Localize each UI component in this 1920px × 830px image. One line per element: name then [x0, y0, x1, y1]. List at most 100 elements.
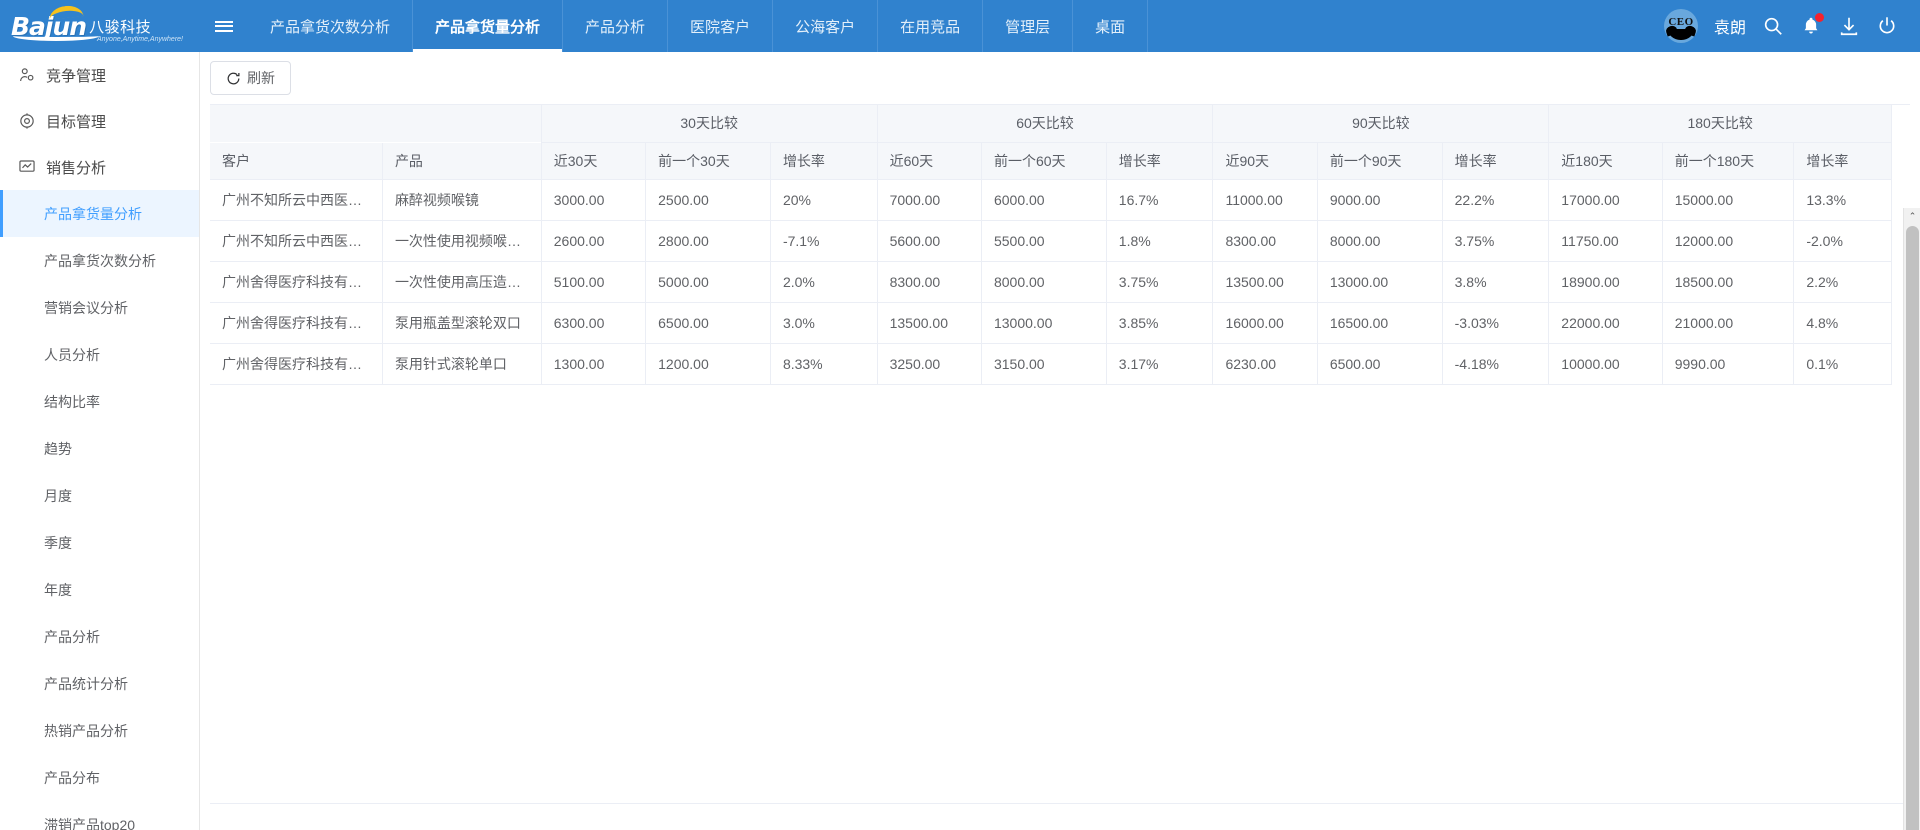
logo-underline-icon — [13, 31, 99, 41]
sidebar-item-product-distribution[interactable]: 产品分布 — [0, 754, 199, 801]
table-row[interactable]: 广州不知所云中西医结合医院麻醉视频喉镜3000.002500.0020%7000… — [210, 179, 1892, 220]
sidebar-item-yearly[interactable]: 年度 — [0, 566, 199, 613]
table-cell: 11750.00 — [1549, 220, 1662, 261]
sidebar-item-slow-moving-top20[interactable]: 滞销产品top20 — [0, 801, 199, 830]
table-cell: 2800.00 — [646, 220, 771, 261]
power-icon[interactable] — [1876, 15, 1898, 37]
table-cell: 6500.00 — [646, 302, 771, 343]
top-header: Bajun 八骏科技 Anyone,Anytime,Anywhere! 产品拿货… — [0, 0, 1920, 52]
col-growth-60d[interactable]: 增长率 — [1106, 142, 1213, 179]
table-row[interactable]: 广州不知所云中西医结合医院一次性使用视频喉镜片2600.002800.00-7.… — [210, 220, 1892, 261]
sidebar-group-label: 目标管理 — [46, 111, 106, 132]
col-prev-30d[interactable]: 前一个30天 — [646, 142, 771, 179]
table-row[interactable]: 广州舍得医疗科技有限公司一次性使用高压造影注...5100.005000.002… — [210, 261, 1892, 302]
sidebar-group-sales-analysis[interactable]: 销售分析 — [0, 144, 199, 190]
table-cell: 广州舍得医疗科技有限公司 — [210, 302, 382, 343]
sidebar-item-monthly[interactable]: 月度 — [0, 472, 199, 519]
tab-desktop[interactable]: 桌面 — [1073, 0, 1148, 52]
table-cell: 21000.00 — [1662, 302, 1794, 343]
col-customer[interactable]: 客户 — [210, 142, 382, 179]
sidebar-item-personnel[interactable]: 人员分析 — [0, 331, 199, 378]
tab-product-pickup-volume[interactable]: 产品拿货量分析 — [413, 0, 563, 52]
refresh-icon — [226, 71, 241, 86]
table-cell: 3000.00 — [541, 179, 645, 220]
table-group-header-row: 30天比较 60天比较 90天比较 180天比较 — [210, 105, 1892, 142]
col-growth-180d[interactable]: 增长率 — [1794, 142, 1892, 179]
col-last-60d[interactable]: 近60天 — [877, 142, 981, 179]
col-growth-90d[interactable]: 增长率 — [1442, 142, 1549, 179]
tab-product-analysis[interactable]: 产品分析 — [563, 0, 668, 52]
download-icon[interactable] — [1838, 15, 1860, 37]
table-row[interactable]: 广州舍得医疗科技有限公司泵用针式滚轮单口1300.001200.008.33%3… — [210, 343, 1892, 384]
col-last-180d[interactable]: 近180天 — [1549, 142, 1662, 179]
col-prev-180d[interactable]: 前一个180天 — [1662, 142, 1794, 179]
sidebar-item-product-statistics[interactable]: 产品统计分析 — [0, 660, 199, 707]
table-cell: -3.03% — [1442, 302, 1549, 343]
group-header-90d: 90天比较 — [1213, 105, 1549, 142]
group-header-60d: 60天比较 — [877, 105, 1213, 142]
brand-logo[interactable]: Bajun 八骏科技 Anyone,Anytime,Anywhere! — [0, 0, 200, 52]
group-header-30d: 30天比较 — [541, 105, 877, 142]
table-cell: 13000.00 — [981, 302, 1106, 343]
table-cell: 广州不知所云中西医结合医院 — [210, 179, 382, 220]
tab-public-sea-customer[interactable]: 公海客户 — [773, 0, 878, 52]
tab-active-competitor[interactable]: 在用竞品 — [878, 0, 983, 52]
table-cell: 一次性使用高压造影注... — [382, 261, 541, 302]
data-table-container[interactable]: 30天比较 60天比较 90天比较 180天比较 客户 产品 近30天 前一个3… — [210, 104, 1910, 804]
sidebar-item-hot-products[interactable]: 热销产品分析 — [0, 707, 199, 754]
vertical-scrollbar[interactable]: ⌃ ⌄ — [1903, 208, 1920, 830]
col-product[interactable]: 产品 — [382, 142, 541, 179]
table-cell: 广州舍得医疗科技有限公司 — [210, 343, 382, 384]
sidebar: 竞争管理 目标管理 销售分析 产品拿货量分析 产品拿货次数分析 营销会议分析 人… — [0, 52, 200, 830]
table-cell: 8000.00 — [981, 261, 1106, 302]
table-cell: 5000.00 — [646, 261, 771, 302]
scroll-up-arrow-icon[interactable]: ⌃ — [1904, 208, 1920, 225]
sidebar-item-product-pickup-volume[interactable]: 产品拿货量分析 — [0, 190, 199, 237]
table-cell: 11000.00 — [1213, 179, 1317, 220]
sidebar-group-target[interactable]: 目标管理 — [0, 98, 199, 144]
col-last-30d[interactable]: 近30天 — [541, 142, 645, 179]
sidebar-item-trend[interactable]: 趋势 — [0, 425, 199, 472]
table-header: 30天比较 60天比较 90天比较 180天比较 客户 产品 近30天 前一个3… — [210, 105, 1892, 179]
target-icon — [18, 112, 36, 130]
col-growth-30d[interactable]: 增长率 — [770, 142, 877, 179]
table-cell: 3.75% — [1106, 261, 1213, 302]
col-prev-60d[interactable]: 前一个60天 — [981, 142, 1106, 179]
sidebar-item-quarterly[interactable]: 季度 — [0, 519, 199, 566]
sidebar-item-marketing-meeting[interactable]: 营销会议分析 — [0, 284, 199, 331]
user-competition-icon — [18, 66, 36, 84]
table-cell: 16000.00 — [1213, 302, 1317, 343]
table-cell: 13500.00 — [1213, 261, 1317, 302]
notification-badge — [1815, 13, 1824, 22]
table-cell: 6230.00 — [1213, 343, 1317, 384]
col-prev-90d[interactable]: 前一个90天 — [1317, 142, 1442, 179]
tab-hospital-customer[interactable]: 医院客户 — [668, 0, 773, 52]
main-content: 刷新 30天比较 60天比较 90天比较 180天比较 客 — [200, 52, 1920, 830]
table-row[interactable]: 广州舍得医疗科技有限公司泵用瓶盖型滚轮双口6300.006500.003.0%1… — [210, 302, 1892, 343]
group-header-blank — [210, 105, 541, 142]
table-cell: 2.0% — [770, 261, 877, 302]
refresh-button[interactable]: 刷新 — [210, 61, 291, 95]
table-cell: 3.0% — [770, 302, 877, 343]
table-cell: 0.1% — [1794, 343, 1892, 384]
sidebar-group-label: 销售分析 — [46, 157, 106, 178]
toolbar: 刷新 — [200, 52, 1920, 104]
sidebar-item-structure-ratio[interactable]: 结构比率 — [0, 378, 199, 425]
tab-product-pickup-count[interactable]: 产品拿货次数分析 — [248, 0, 413, 52]
notification-bell-icon[interactable] — [1800, 15, 1822, 37]
top-nav-tabs: 产品拿货次数分析 产品拿货量分析 产品分析 医院客户 公海客户 在用竞品 管理层… — [200, 0, 1920, 52]
sidebar-group-label: 竞争管理 — [46, 65, 106, 86]
avatar[interactable]: CEO — [1664, 9, 1698, 43]
scrollbar-thumb[interactable] — [1906, 226, 1919, 830]
table-cell: 1200.00 — [646, 343, 771, 384]
search-icon[interactable] — [1762, 15, 1784, 37]
hamburger-icon[interactable] — [200, 0, 248, 52]
sidebar-item-product-analysis[interactable]: 产品分析 — [0, 613, 199, 660]
sidebar-group-competition[interactable]: 竞争管理 — [0, 52, 199, 98]
username: 袁朗 — [1714, 14, 1746, 38]
sidebar-item-product-pickup-count[interactable]: 产品拿货次数分析 — [0, 237, 199, 284]
table-cell: 6500.00 — [1317, 343, 1442, 384]
col-last-90d[interactable]: 近90天 — [1213, 142, 1317, 179]
table-cell: 18500.00 — [1662, 261, 1794, 302]
tab-management[interactable]: 管理层 — [983, 0, 1073, 52]
